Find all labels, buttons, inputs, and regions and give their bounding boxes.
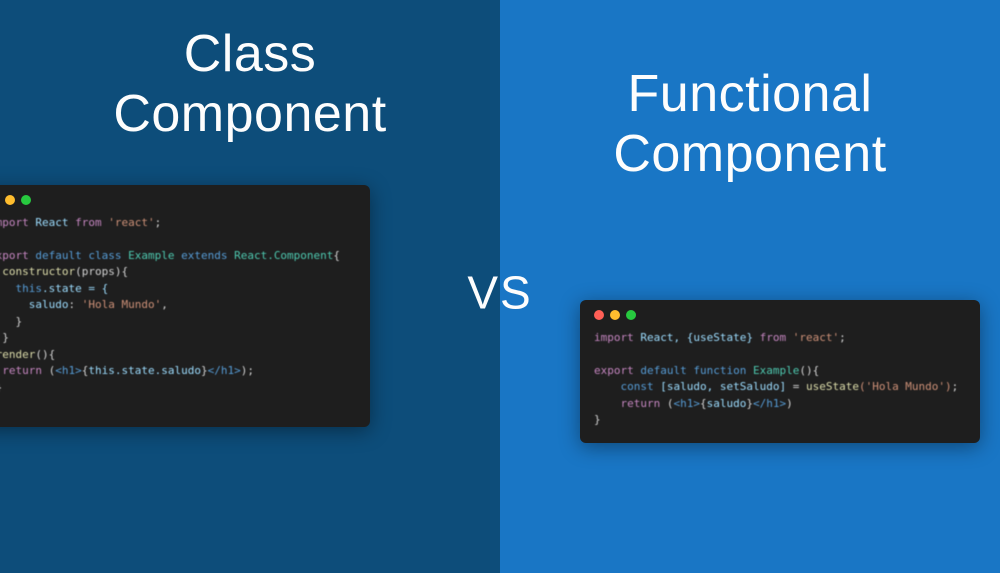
code-line: } <box>0 330 356 347</box>
code-line <box>594 346 966 363</box>
minimize-dot-icon <box>5 195 15 205</box>
vs-label: VS <box>467 265 532 319</box>
code-line: } <box>594 412 966 429</box>
code-line: constructor(props){ <box>0 264 356 281</box>
heading-line-1: Class <box>184 25 317 83</box>
heading-line-2: Component <box>613 125 886 183</box>
code-line <box>0 231 356 248</box>
class-heading: Class Component <box>113 25 386 145</box>
class-code-window: import React from 'react'; export defaul… <box>0 185 370 427</box>
maximize-dot-icon <box>21 195 31 205</box>
minimize-dot-icon <box>610 310 620 320</box>
functional-code-window: import React, {useState} from 'react'; e… <box>580 300 980 443</box>
code-line: export default class Example extends Rea… <box>0 248 356 265</box>
code-line: const [saludo, setSaludo] = useState('Ho… <box>594 379 966 396</box>
code-line: import React from 'react'; <box>0 215 356 232</box>
window-controls <box>0 195 356 205</box>
code-line: } <box>0 380 356 397</box>
code-line: render(){ <box>0 347 356 364</box>
code-line: return (<h1>{saludo}</h1>) <box>594 396 966 413</box>
window-controls <box>594 310 966 320</box>
code-line: return (<h1>{this.state.saludo}</h1>); <box>0 363 356 380</box>
functional-code-content: import React, {useState} from 'react'; e… <box>594 330 966 429</box>
class-code-content: import React from 'react'; export defaul… <box>0 215 356 413</box>
heading-line-2: Component <box>113 85 386 143</box>
functional-component-panel: Functional Component import React, {useS… <box>500 0 1000 573</box>
code-line: this.state = { <box>0 281 356 298</box>
code-line: saludo: 'Hola Mundo', <box>0 297 356 314</box>
functional-heading: Functional Component <box>613 65 886 185</box>
class-component-panel: Class Component import React from 'react… <box>0 0 500 573</box>
code-line: export default function Example(){ <box>594 363 966 380</box>
heading-line-1: Functional <box>628 65 873 123</box>
maximize-dot-icon <box>626 310 636 320</box>
code-line: } <box>0 314 356 331</box>
close-dot-icon <box>594 310 604 320</box>
code-line: } <box>0 396 356 413</box>
code-line: import React, {useState} from 'react'; <box>594 330 966 347</box>
